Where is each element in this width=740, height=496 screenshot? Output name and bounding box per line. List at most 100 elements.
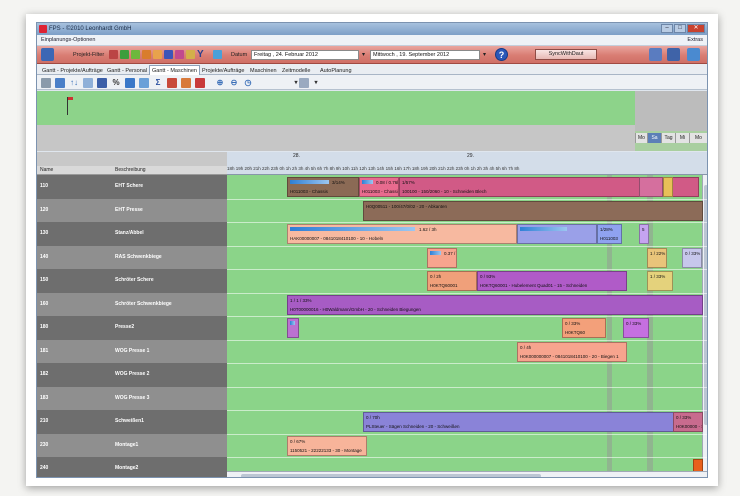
columns-icon[interactable]: [83, 78, 93, 88]
maximize-button[interactable]: □: [674, 24, 686, 33]
gantt-task-bar[interactable]: H0Q00511 - 100/47/0/02 - 20 - Abkanten: [363, 200, 703, 221]
gantt-task-bar[interactable]: 0 / 93% H0KTQ60001 - Hubelement Quad01 - …: [477, 271, 627, 291]
menu-item-extras[interactable]: Extras: [687, 35, 703, 46]
filter-icon[interactable]: [97, 78, 107, 88]
filter-yellow-icon[interactable]: [153, 50, 162, 59]
gantt-task-bar[interactable]: 0 / 33% H0KTQ60: [562, 318, 606, 338]
layout-dropdown-icon[interactable]: ▾: [311, 78, 321, 88]
gantt-task-bar[interactable]: 5: [639, 224, 649, 244]
gantt-task-bar[interactable]: 0.6 / 1h: [287, 318, 299, 338]
refresh-view-icon[interactable]: [55, 78, 65, 88]
machine-row[interactable]: 140 RAS Schwenkbiege: [37, 245, 227, 269]
sync-button[interactable]: SyncWithDaut: [535, 49, 597, 60]
gantt-task-bar[interactable]: 0 / 33% H0K00000 - Sägen: [673, 412, 703, 432]
gantt-task-bar[interactable]: [663, 177, 673, 197]
timeline-overview[interactable]: Mo Sa Tag Mi Mo: [37, 91, 707, 151]
overview-day[interactable]: Mi: [675, 133, 689, 143]
bars-icon[interactable]: [181, 78, 191, 88]
print-icon[interactable]: [41, 78, 51, 88]
gantt-task-bar[interactable]: 3/14% H011003 - Chassis: [287, 177, 359, 197]
machine-row[interactable]: 120 EHT Presse: [37, 198, 227, 222]
tab-autoplanung[interactable]: AutoPlanung: [317, 65, 355, 75]
funnel-icon[interactable]: Y: [197, 50, 206, 60]
machine-description: RAS Schwenkbiege: [115, 253, 162, 260]
pencil-icon[interactable]: [167, 78, 177, 88]
filter-purple-icon[interactable]: [175, 50, 184, 59]
gantt-task-bar[interactable]: 0 / 33%: [682, 247, 702, 268]
filter-check-icon[interactable]: [186, 50, 195, 59]
task-order: H011003: [600, 236, 618, 241]
calendar-icon[interactable]: [41, 48, 54, 61]
minimize-button[interactable]: –: [661, 24, 673, 33]
machine-row[interactable]: 183 WOG Presse 3: [37, 386, 227, 410]
overview-day[interactable]: Mo: [689, 133, 707, 143]
gantt-task-bar[interactable]: 1 / 33%: [647, 271, 673, 291]
bars-red-icon[interactable]: [195, 78, 205, 88]
gantt-task-bar[interactable]: 0 / 33%: [623, 318, 649, 338]
gantt-task-bar[interactable]: 0.37 / 1h: [427, 247, 457, 268]
calendar-dropdown-icon[interactable]: ▾: [362, 49, 365, 61]
filter-green-icon[interactable]: [120, 50, 129, 59]
gantt-task-bar[interactable]: 0 / 67% 1150521 - 22222133 - 30 - Montage: [287, 435, 367, 456]
clock-icon[interactable]: ◷: [243, 78, 253, 88]
machine-row[interactable]: 130 Stanz/Abbel: [37, 222, 227, 246]
close-button[interactable]: ✕: [687, 24, 705, 33]
zoom-out-icon[interactable]: ⊖: [229, 78, 239, 88]
gantt-task-bar[interactable]: 1 / 22%: [647, 247, 667, 268]
gantt-task-bar[interactable]: 0 / 4h H0K000000007 - 0841018410100 - 20 …: [517, 341, 627, 362]
machine-row[interactable]: 240 Montage2: [37, 457, 227, 477]
to-date-picker[interactable]: Mittwoch , 19. September 2012: [370, 50, 480, 60]
machine-row[interactable]: 160 Schröter Schwenkbiege: [37, 292, 227, 316]
column-description[interactable]: Beschreibung: [115, 166, 146, 175]
tab-projekte-auftraege[interactable]: Projekte/Aufträge: [199, 65, 248, 75]
machine-row[interactable]: 210 Schweißen1: [37, 410, 227, 434]
sort-icon[interactable]: ↑↓: [69, 78, 79, 88]
column-name[interactable]: Name: [40, 166, 53, 175]
gantt-task-bar[interactable]: 1 / 1 / 33% H0T00000016 - H0Waldmann/GmbH…: [287, 294, 703, 315]
filter-blue-icon[interactable]: [164, 50, 173, 59]
tab-gantt-personal[interactable]: Gantt - Personal: [104, 65, 150, 75]
gantt-task-bar[interactable]: [639, 177, 663, 197]
percent-icon[interactable]: %: [111, 78, 121, 88]
gantt-task-bar[interactable]: 1.62 / 3h HAK00000007 - 0841018410100 - 1…: [287, 224, 517, 244]
machine-row[interactable]: 181 WOG Presse 1: [37, 339, 227, 363]
from-date-picker[interactable]: Freitag , 24. Februar 2012: [251, 50, 359, 60]
calendar-dropdown-icon-2[interactable]: ▾: [483, 49, 486, 61]
gantt-task-bar[interactable]: HAK00000007 - 40: [517, 224, 597, 244]
scrollbar-thumb[interactable]: [704, 185, 707, 425]
gantt-task-bar[interactable]: 0 / 2h H0KTQ60001: [427, 271, 477, 291]
help-icon[interactable]: ?: [495, 48, 508, 61]
zoom-in-icon[interactable]: ⊕: [215, 78, 225, 88]
gantt-chart[interactable]: 28. 29. 18h 19h 20h 21h 22h 23h 0h 1h 2h…: [227, 152, 707, 477]
arrow-icon[interactable]: [213, 50, 222, 59]
horizontal-scrollbar[interactable]: [227, 471, 707, 477]
machine-row[interactable]: 180 Presse2: [37, 316, 227, 340]
sum-icon[interactable]: Σ: [153, 78, 163, 88]
save-icon[interactable]: [667, 48, 680, 61]
machine-row[interactable]: 182 WOG Presse 2: [37, 363, 227, 387]
overview-day[interactable]: Mo: [635, 133, 647, 143]
refresh-icon[interactable]: [687, 48, 700, 61]
settings-icon[interactable]: [649, 48, 662, 61]
grid-icon[interactable]: [125, 78, 135, 88]
tab-gantt-maschinen[interactable]: Gantt - Maschinen: [149, 65, 200, 75]
task-title: 0.6 / 1h: [290, 319, 298, 328]
overview-day[interactable]: Tag: [661, 133, 675, 143]
filter-lightgreen-icon[interactable]: [131, 50, 140, 59]
scrollbar-thumb[interactable]: [241, 474, 541, 477]
tab-zeitmodelle[interactable]: Zeitmodelle: [279, 65, 313, 75]
layout-icon[interactable]: [299, 78, 309, 88]
filter-red-icon[interactable]: [109, 50, 118, 59]
machine-row[interactable]: 230 Montage1: [37, 433, 227, 457]
machine-row[interactable]: 150 Schröter Schere: [37, 269, 227, 293]
tab-maschinen[interactable]: Maschinen: [247, 65, 280, 75]
machine-row[interactable]: 110 EHT Schere: [37, 175, 227, 199]
gantt-task-bar[interactable]: 1/28% H011003: [597, 224, 622, 244]
tab-gantt-projekte[interactable]: Gantt - Projekte/Aufträge: [39, 65, 106, 75]
filter-orange-icon[interactable]: [142, 50, 151, 59]
gantt-task-bar[interactable]: 0 / 70h PLSteuer - Sägen Schneiden - 20 -…: [363, 412, 703, 432]
overview-day-selected[interactable]: Sa: [647, 133, 661, 143]
gantt-task-bar[interactable]: 0.08 / 0.76h H011003 - Chassis: [359, 177, 399, 197]
list-icon[interactable]: [139, 78, 149, 88]
menu-item-einplanungs-optionen[interactable]: Einplanungs-Optionen: [41, 37, 95, 43]
